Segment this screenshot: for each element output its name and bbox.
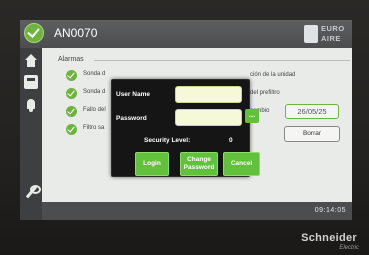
wrench-icon[interactable] bbox=[24, 185, 41, 199]
alarm-text: Filtro sa bbox=[83, 125, 105, 131]
alarm-text-right: ción de la unidad bbox=[250, 72, 296, 78]
panel-icon[interactable] bbox=[24, 75, 38, 89]
home-icon[interactable] bbox=[24, 54, 38, 68]
alarm-text: Fallo del bbox=[83, 107, 106, 113]
brand-name: Schneider bbox=[301, 232, 357, 244]
ok-check-icon bbox=[66, 106, 77, 117]
hmi-screen: AN0070 EURO AIRE Alarmas Sonda d Sonda d… bbox=[20, 20, 352, 220]
password-label: Password bbox=[116, 115, 147, 122]
change-password-button[interactable]: Change Password bbox=[180, 152, 218, 176]
security-level-value: 0 bbox=[229, 137, 233, 144]
logo-text-1: EURO bbox=[321, 24, 345, 33]
login-button[interactable]: Login bbox=[135, 152, 169, 176]
username-label: User Name bbox=[116, 91, 150, 98]
brand-subtext: Electric bbox=[339, 245, 359, 251]
borrar-button[interactable]: Borrar bbox=[284, 126, 340, 142]
alarm-text: Sonda d bbox=[83, 89, 106, 95]
date-field[interactable]: 26/05/25 bbox=[285, 104, 339, 119]
sidebar bbox=[20, 48, 42, 220]
top-bar: AN0070 EURO AIRE bbox=[20, 20, 352, 48]
alarm-text-right: del prefiltro bbox=[250, 90, 280, 96]
logo-text-2: AIRE bbox=[321, 34, 341, 43]
password-input[interactable] bbox=[175, 109, 242, 126]
status-ok-icon[interactable] bbox=[24, 23, 44, 43]
keyboard-button[interactable]: ... bbox=[245, 109, 259, 123]
ok-check-icon bbox=[66, 88, 77, 99]
section-divider bbox=[94, 60, 350, 61]
ok-check-icon bbox=[66, 70, 77, 81]
change-password-line1: Change bbox=[187, 156, 211, 163]
bell-icon[interactable] bbox=[24, 98, 38, 112]
cancel-button-label: Cancel bbox=[230, 160, 253, 167]
logo-mark-icon bbox=[304, 25, 318, 43]
alarm-text: Sonda d bbox=[83, 71, 106, 77]
username-input[interactable] bbox=[175, 86, 242, 103]
cancel-button[interactable]: Cancel bbox=[223, 152, 260, 176]
change-password-line2: Password bbox=[183, 164, 215, 171]
alarms-title: Alarmas bbox=[58, 56, 84, 63]
login-button-label: Login bbox=[143, 160, 161, 167]
login-dialog: User Name Password ... Security Level: 0… bbox=[111, 79, 260, 177]
security-level-label: Security Level: bbox=[144, 137, 191, 144]
euroaire-logo: EURO AIRE bbox=[304, 22, 346, 46]
ok-check-icon bbox=[66, 124, 77, 135]
page-title: AN0070 bbox=[54, 26, 98, 40]
status-bar: 09:14:05 bbox=[42, 202, 352, 220]
hmi-device: AN0070 EURO AIRE Alarmas Sonda d Sonda d… bbox=[0, 0, 369, 255]
clock-display: 09:14:05 bbox=[314, 207, 346, 214]
